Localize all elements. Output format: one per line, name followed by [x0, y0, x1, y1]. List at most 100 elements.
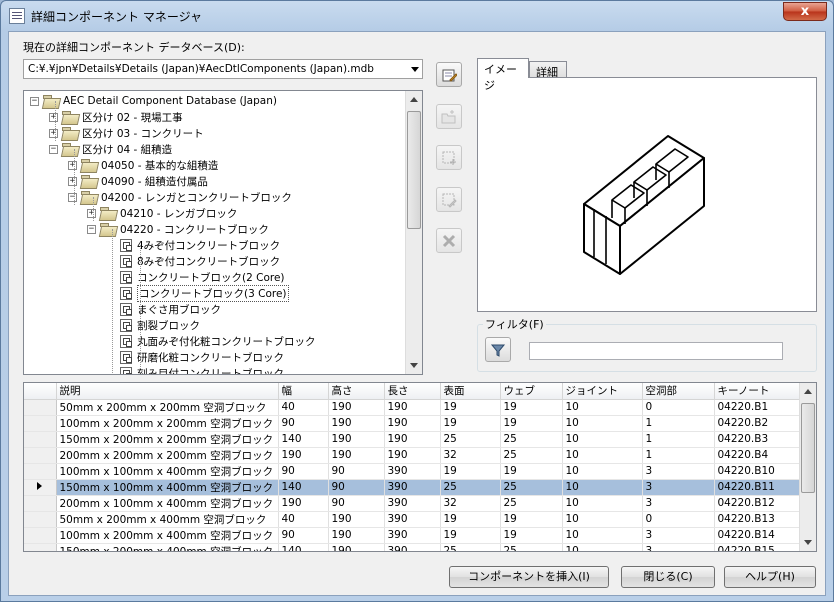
chevron-down-icon[interactable] [411, 67, 419, 72]
table-cell[interactable]: 190 [384, 431, 441, 448]
table-cell[interactable]: 90 [328, 495, 385, 512]
table-cell[interactable]: 19 [500, 463, 563, 480]
close-button[interactable]: 閉じる(C) [621, 566, 715, 588]
expand-icon[interactable]: + [49, 128, 58, 138]
column-header[interactable]: 表面 [440, 383, 501, 400]
table-cell[interactable]: 390 [384, 495, 441, 512]
table-cell[interactable]: 190 [328, 447, 385, 464]
table-row[interactable]: 100mm x 200mm x 400mm 空洞ブロック 90 190 390 19 19… [24, 527, 801, 544]
table-cell[interactable]: 0 [642, 511, 715, 528]
table-cell[interactable]: 190 [328, 431, 385, 448]
open-folder-button[interactable] [436, 104, 462, 129]
table-cell[interactable]: 25 [500, 543, 563, 551]
table-cell[interactable]: 3 [642, 463, 715, 480]
table-row[interactable]: 100mm x 200mm x 200mm 空洞ブロック 90 190 190 19 19… [24, 415, 801, 432]
table-cell[interactable]: 190 [278, 447, 329, 464]
delete-button[interactable] [436, 228, 462, 253]
edit-database-button[interactable] [436, 62, 462, 87]
table-cell[interactable]: 25 [440, 543, 501, 551]
row-header[interactable] [24, 511, 57, 528]
tree-item[interactable]: 4みぞ付コンクリートブロック [120, 237, 280, 253]
table-cell[interactable]: 04220.B1 [714, 399, 801, 416]
table-row[interactable]: 50mm x 200mm x 400mm 空洞ブロック 40 190 390 19 19 1… [24, 511, 801, 528]
table-cell[interactable]: 25 [500, 431, 563, 448]
tree-item[interactable]: 割裂ブロック [120, 317, 200, 333]
column-header[interactable]: 幅 [278, 383, 329, 400]
table-cell[interactable]: 100mm x 100mm x 400mm 空洞ブロック [56, 463, 279, 480]
table-cell[interactable]: 10 [562, 463, 643, 480]
tab-image[interactable]: イメージ [477, 58, 529, 92]
row-header[interactable] [24, 479, 57, 496]
column-header[interactable]: 長さ [384, 383, 441, 400]
tree-item[interactable]: +04090 - 組積造付属品 [68, 173, 208, 189]
table-cell[interactable]: 10 [562, 495, 643, 512]
tree-scroll-thumb[interactable] [407, 111, 421, 229]
collapse-icon[interactable]: − [30, 96, 39, 106]
table-cell[interactable]: 90 [278, 527, 329, 544]
scroll-down-icon[interactable] [804, 540, 812, 545]
table-cell[interactable]: 190 [384, 399, 441, 416]
tree-item[interactable]: 研磨化粧コンクリートブロック [120, 349, 284, 365]
table-scroll-thumb[interactable] [801, 403, 815, 493]
table-row[interactable]: 150mm x 200mm x 400mm 空洞ブロック 140 190 390 25 2… [24, 543, 801, 551]
table-cell[interactable]: 140 [278, 431, 329, 448]
table-cell[interactable]: 140 [278, 543, 329, 551]
collapse-icon[interactable]: − [49, 144, 58, 154]
table-cell[interactable]: 40 [278, 399, 329, 416]
table-cell[interactable]: 04220.B10 [714, 463, 801, 480]
table-cell[interactable]: 04220.B12 [714, 495, 801, 512]
table-cell[interactable]: 19 [440, 511, 501, 528]
expand-icon[interactable]: + [49, 112, 58, 122]
table-cell[interactable]: 190 [384, 447, 441, 464]
table-cell[interactable]: 3 [642, 527, 715, 544]
table-cell[interactable]: 25 [500, 479, 563, 496]
tree-item[interactable]: コンクリートブロック(2 Core) [120, 269, 285, 285]
column-header[interactable]: 高さ [328, 383, 385, 400]
table-cell[interactable]: 90 [328, 463, 385, 480]
collapse-icon[interactable]: − [68, 192, 77, 202]
table-cell[interactable]: 04220.B14 [714, 527, 801, 544]
table-cell[interactable]: 04220.B3 [714, 431, 801, 448]
table-cell[interactable]: 390 [384, 527, 441, 544]
expand-icon[interactable]: + [87, 208, 96, 218]
table-cell[interactable]: 19 [440, 415, 501, 432]
database-select[interactable]: C:¥.¥jpn¥Details¥Details (Japan)¥AecDtlC… [23, 59, 423, 79]
tree-item[interactable]: +04210 - レンガブロック [87, 205, 237, 221]
table-row[interactable]: 200mm x 100mm x 400mm 空洞ブロック 190 90 390 32 25… [24, 495, 801, 512]
table-cell[interactable]: 19 [440, 463, 501, 480]
table-cell[interactable]: 25 [500, 495, 563, 512]
table-cell[interactable]: 19 [500, 527, 563, 544]
table-cell[interactable]: 90 [328, 479, 385, 496]
table-cell[interactable]: 190 [328, 415, 385, 432]
table-cell[interactable]: 190 [278, 495, 329, 512]
tree-scrollbar[interactable] [405, 91, 422, 374]
table-cell[interactable]: 04220.B13 [714, 511, 801, 528]
table-cell[interactable]: 04220.B15 [714, 543, 801, 551]
table-cell[interactable]: 04220.B11 [714, 479, 801, 496]
table-cell[interactable]: 25 [440, 479, 501, 496]
table-cell[interactable]: 10 [562, 527, 643, 544]
table-cell[interactable]: 190 [384, 415, 441, 432]
table-cell[interactable]: 10 [562, 479, 643, 496]
tree-item[interactable]: + 区分け 03 - コンクリート [49, 125, 204, 141]
insert-component-button[interactable]: コンポーネントを挿入(I) [449, 566, 609, 588]
row-header[interactable] [24, 543, 57, 551]
table-row[interactable]: 200mm x 200mm x 200mm 空洞ブロック 190 190 190 32 2… [24, 447, 801, 464]
table-cell[interactable]: 90 [278, 415, 329, 432]
table-cell[interactable]: 25 [440, 431, 501, 448]
table-cell[interactable]: 19 [500, 415, 563, 432]
tree-item[interactable]: まぐさ用ブロック [120, 301, 221, 317]
table-row[interactable]: 150mm x 200mm x 200mm 空洞ブロック 140 190 190 25 2… [24, 431, 801, 448]
row-header[interactable] [24, 495, 57, 512]
table-cell[interactable]: 10 [562, 415, 643, 432]
table-cell[interactable]: 3 [642, 479, 715, 496]
table-cell[interactable]: 10 [562, 399, 643, 416]
table-cell[interactable]: 1 [642, 431, 715, 448]
close-window-button[interactable]: x [783, 2, 827, 21]
table-cell[interactable]: 19 [500, 399, 563, 416]
table-cell[interactable]: 19 [440, 527, 501, 544]
table-cell[interactable]: 150mm x 200mm x 200mm 空洞ブロック [56, 431, 279, 448]
table-cell[interactable]: 390 [384, 543, 441, 551]
table-scrollbar[interactable] [799, 383, 816, 551]
expand-icon[interactable]: + [68, 160, 77, 170]
